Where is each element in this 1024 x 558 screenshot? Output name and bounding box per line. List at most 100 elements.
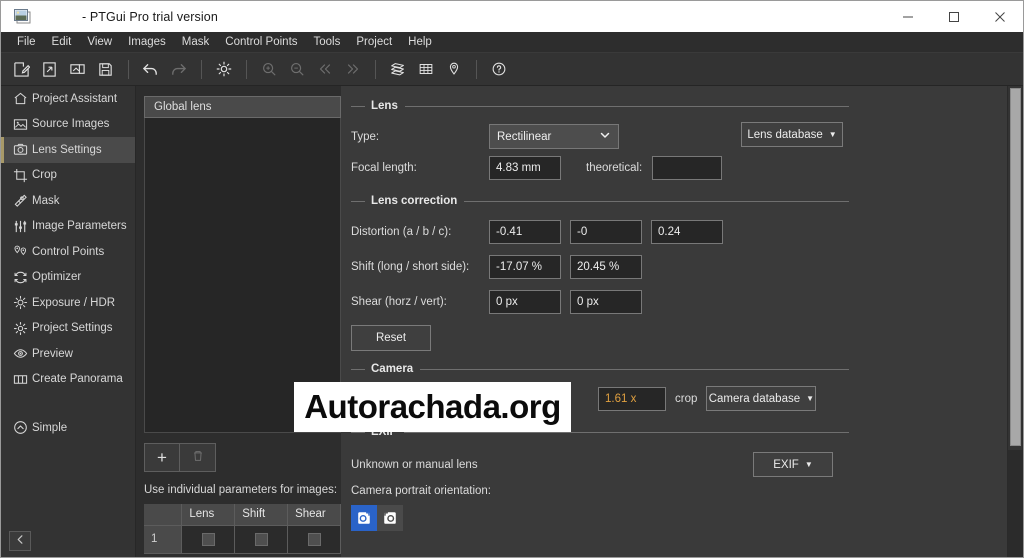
crop-factor-input[interactable]: 1.61 x — [598, 386, 666, 411]
menu-edit[interactable]: Edit — [44, 34, 80, 50]
previous-icon[interactable] — [311, 56, 338, 83]
lens-type-select[interactable]: Rectilinear — [489, 124, 619, 149]
sidebar-item-preview[interactable]: Preview — [1, 341, 135, 367]
menu-file[interactable]: File — [9, 34, 44, 50]
settings-gear-icon[interactable] — [210, 56, 237, 83]
sidebar-item-project-assistant[interactable]: Project Assistant — [1, 86, 135, 112]
lens-database-button[interactable]: Lens database ▼ — [741, 122, 843, 147]
scrollbar-track[interactable] — [1008, 450, 1023, 557]
grid-icon[interactable] — [412, 56, 439, 83]
exif-button[interactable]: EXIF ▼ — [753, 452, 833, 477]
menu-control-points[interactable]: Control Points — [217, 34, 305, 50]
cell-shear[interactable] — [287, 525, 341, 554]
shear-vert-input[interactable]: 0 px — [570, 290, 642, 314]
reset-button[interactable]: Reset — [351, 325, 431, 351]
home-icon — [13, 91, 32, 107]
camera-database-label: Camera database — [708, 392, 801, 405]
sidebar-item-label: Create Panorama — [32, 373, 123, 386]
sidebar-item-source-images[interactable]: Source Images — [1, 112, 135, 138]
shear-checkbox[interactable] — [307, 532, 321, 546]
column-shift: Shift — [234, 504, 289, 526]
sidebar-item-project-settings[interactable]: Project Settings — [1, 316, 135, 342]
toolbar — [1, 53, 1023, 86]
column-lens: Lens — [181, 504, 236, 526]
open-project-icon[interactable] — [36, 56, 63, 83]
sidebar-item-simple-mode[interactable]: Simple — [1, 415, 135, 441]
vertical-scrollbar[interactable] — [1007, 86, 1023, 557]
add-lens-button[interactable]: + — [144, 443, 180, 472]
shift-short-input[interactable]: 20.45 % — [570, 255, 642, 279]
sidebar-item-control-points[interactable]: Control Points — [1, 239, 135, 265]
sidebar-collapse-button[interactable] — [9, 531, 31, 551]
menu-mask[interactable]: Mask — [174, 34, 217, 50]
close-button[interactable] — [977, 1, 1023, 32]
redo-icon[interactable] — [165, 56, 192, 83]
rotate-ccw-camera-icon[interactable] — [351, 505, 377, 531]
toolbar-separator — [375, 59, 376, 79]
theoretical-input[interactable] — [652, 156, 723, 180]
toolbar-separator — [201, 59, 202, 79]
ptgui-window: - PTGui Pro trial version File Edit View… — [0, 0, 1024, 558]
sidebar-item-create-panorama[interactable]: Create Panorama — [1, 367, 135, 393]
delete-lens-button[interactable] — [180, 443, 216, 472]
trash-icon — [191, 448, 205, 468]
lens-list-actions: + — [144, 443, 216, 472]
help-icon[interactable] — [485, 56, 512, 83]
sidebar-item-optimizer[interactable]: Optimizer — [1, 265, 135, 291]
chevron-left-icon — [15, 532, 26, 550]
images-icon — [13, 116, 32, 132]
rotate-cw-camera-icon[interactable] — [377, 505, 403, 531]
distortion-c-value: 0.24 — [658, 226, 681, 238]
align-images-icon[interactable] — [384, 56, 411, 83]
column-shear: Shear — [287, 504, 341, 526]
sidebar-mode-label: Simple — [32, 421, 68, 434]
distortion-label: Distortion (a / b / c): — [351, 226, 452, 238]
distortion-a-input[interactable]: -0.41 — [489, 220, 561, 244]
menu-project[interactable]: Project — [348, 34, 400, 50]
add-images-icon[interactable] — [64, 56, 91, 83]
sidebar-item-crop[interactable]: Crop — [1, 163, 135, 189]
undo-icon[interactable] — [137, 56, 164, 83]
distortion-c-input[interactable]: 0.24 — [651, 220, 723, 244]
scrollbar-thumb[interactable] — [1010, 88, 1021, 446]
caret-down-icon: ▼ — [804, 460, 813, 469]
zoom-in-icon[interactable] — [255, 56, 282, 83]
eye-icon — [13, 346, 32, 362]
shift-checkbox[interactable] — [254, 532, 268, 546]
new-project-icon[interactable] — [8, 56, 35, 83]
table-row[interactable]: 1 — [144, 525, 341, 554]
zoom-out-icon[interactable] — [283, 56, 310, 83]
lens-database-label: Lens database — [747, 128, 823, 141]
camera-database-button[interactable]: Camera database ▼ — [706, 386, 817, 411]
sidebar-item-image-parameters[interactable]: Image Parameters — [1, 214, 135, 240]
distortion-b-input[interactable]: -0 — [570, 220, 642, 244]
save-project-icon[interactable] — [92, 56, 119, 83]
sidebar-item-exposure-hdr[interactable]: Exposure / HDR — [1, 290, 135, 316]
maximize-button[interactable] — [931, 1, 977, 32]
lens-type-value: Rectilinear — [497, 130, 552, 143]
sidebar-item-lens-settings[interactable]: Lens Settings — [1, 137, 135, 163]
lens-group-title: Lens — [371, 100, 398, 112]
individual-params-table: Lens Shift Shear 1 — [144, 504, 341, 554]
shear-vert-value: 0 px — [577, 296, 599, 308]
cell-shift[interactable] — [234, 525, 289, 554]
minimize-button[interactable] — [885, 1, 931, 32]
focal-length-value: 4.83 mm — [496, 162, 541, 174]
lens-list-item-global-lens[interactable]: Global lens — [144, 96, 341, 118]
focal-length-input[interactable]: 4.83 mm — [489, 156, 561, 180]
sidebar-item-mask[interactable]: Mask — [1, 188, 135, 214]
lens-type-label: Type: — [351, 130, 380, 143]
menu-images[interactable]: Images — [120, 34, 174, 50]
menu-view[interactable]: View — [79, 34, 120, 50]
sun-icon — [13, 295, 32, 311]
lens-checkbox[interactable] — [201, 532, 215, 546]
shift-long-input[interactable]: -17.07 % — [489, 255, 561, 279]
shear-row: Shear (horz / vert): 0 px 0 px — [351, 290, 642, 314]
cell-lens[interactable] — [181, 525, 236, 554]
menu-tools[interactable]: Tools — [306, 34, 349, 50]
location-pin-icon[interactable] — [440, 56, 467, 83]
next-icon[interactable] — [339, 56, 366, 83]
menu-help[interactable]: Help — [400, 34, 440, 50]
shear-horz-input[interactable]: 0 px — [489, 290, 561, 314]
